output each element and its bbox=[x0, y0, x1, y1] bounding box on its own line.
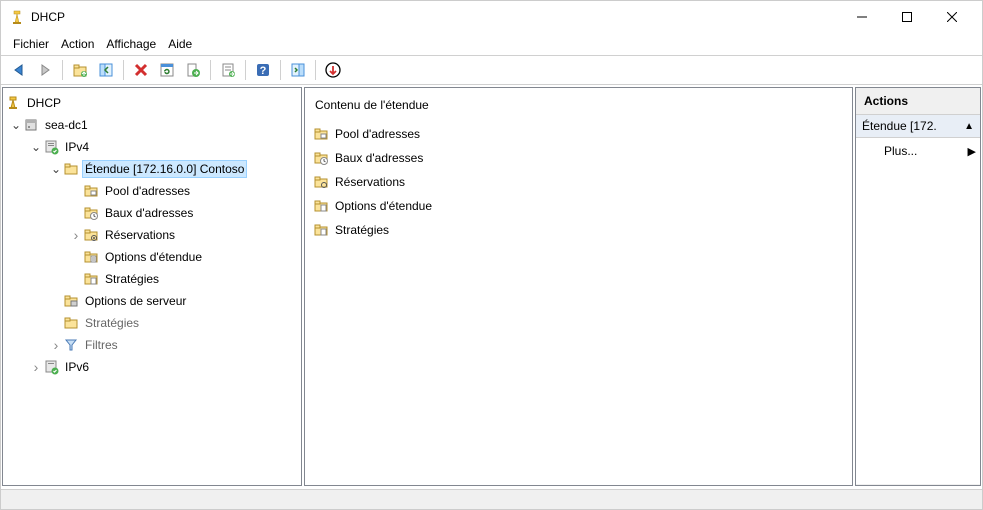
expand-icon[interactable] bbox=[49, 162, 63, 176]
actions-pane: Actions Étendue [172. ▲ Plus... ▶ bbox=[855, 87, 981, 486]
back-button[interactable] bbox=[7, 58, 31, 82]
list-item[interactable]: Baux d'adresses bbox=[307, 146, 850, 170]
expand-icon[interactable] bbox=[29, 140, 43, 154]
forward-button[interactable] bbox=[33, 58, 57, 82]
folder-server-icon bbox=[63, 293, 79, 309]
folder-doc-icon bbox=[83, 271, 99, 287]
actions-more-label: Plus... bbox=[884, 144, 917, 158]
tree-label: Options d'étendue bbox=[102, 248, 205, 266]
tree-reservations[interactable]: Réservations bbox=[5, 224, 299, 246]
tree-ipv6[interactable]: IPv6 bbox=[5, 356, 299, 378]
collapse-icon[interactable]: ▲ bbox=[964, 121, 974, 132]
content-pane: Contenu de l'étendue Pool d'adresses Bau… bbox=[304, 87, 853, 486]
folder-doc-icon bbox=[313, 222, 329, 238]
tree-server[interactable]: sea-dc1 bbox=[5, 114, 299, 136]
status-bar bbox=[1, 489, 982, 509]
expand-icon[interactable] bbox=[9, 118, 23, 132]
tree-label: Stratégies bbox=[102, 270, 162, 288]
folder-gear-icon bbox=[83, 227, 99, 243]
tree-label: IPv6 bbox=[62, 358, 92, 376]
list-label: Baux d'adresses bbox=[335, 151, 423, 165]
tree-policies[interactable]: Stratégies bbox=[5, 268, 299, 290]
properties-button[interactable] bbox=[216, 58, 240, 82]
actions-header: Actions bbox=[856, 88, 980, 115]
title-bar: DHCP bbox=[1, 1, 982, 33]
folder-doc-icon bbox=[63, 315, 79, 331]
list-item[interactable]: Réservations bbox=[307, 170, 850, 194]
help-button[interactable]: ? bbox=[251, 58, 275, 82]
folder-clock-icon bbox=[313, 150, 329, 166]
tree-label: DHCP bbox=[24, 94, 64, 112]
list-item[interactable]: Stratégies bbox=[307, 218, 850, 242]
expand-icon[interactable] bbox=[29, 359, 43, 375]
toolbar: ? bbox=[1, 55, 982, 85]
action-pane-button[interactable] bbox=[286, 58, 310, 82]
show-hide-button[interactable] bbox=[94, 58, 118, 82]
actions-section-label: Étendue [172. bbox=[862, 119, 937, 133]
folder-icon bbox=[63, 161, 79, 177]
app-icon bbox=[9, 9, 25, 25]
folder-icon bbox=[83, 183, 99, 199]
ipv4-icon bbox=[43, 139, 59, 155]
chevron-right-icon: ▶ bbox=[968, 145, 976, 158]
tree-label: Réservations bbox=[102, 226, 178, 244]
folder-icon bbox=[313, 126, 329, 142]
refresh-button[interactable] bbox=[155, 58, 179, 82]
folder-doc-icon bbox=[83, 249, 99, 265]
folder-doc-icon bbox=[313, 198, 329, 214]
menu-action[interactable]: Action bbox=[57, 35, 98, 53]
tree-pool[interactable]: Pool d'adresses bbox=[5, 180, 299, 202]
server-icon bbox=[23, 117, 39, 133]
tree-filters[interactable]: Filtres bbox=[5, 334, 299, 356]
menu-help[interactable]: Aide bbox=[164, 35, 196, 53]
tree-scope-options[interactable]: Options d'étendue bbox=[5, 246, 299, 268]
tree-pane: DHCP sea-dc1 IPv4 Étendue [172.16.0.0] C… bbox=[2, 87, 302, 486]
actions-section[interactable]: Étendue [172. ▲ bbox=[856, 115, 980, 138]
tree-label: IPv4 bbox=[62, 138, 92, 156]
list-label: Pool d'adresses bbox=[335, 127, 420, 141]
expand-icon[interactable] bbox=[69, 227, 83, 243]
tree-scope[interactable]: Étendue [172.16.0.0] Contoso bbox=[5, 158, 299, 180]
filter-icon bbox=[63, 337, 79, 353]
actions-more[interactable]: Plus... ▶ bbox=[856, 138, 980, 164]
folder-clock-icon bbox=[83, 205, 99, 221]
tree-policies-2[interactable]: Stratégies bbox=[5, 312, 299, 334]
menu-view[interactable]: Affichage bbox=[102, 35, 160, 53]
tree-root-dhcp[interactable]: DHCP bbox=[5, 92, 299, 114]
tree-ipv4[interactable]: IPv4 bbox=[5, 136, 299, 158]
tree-label: Étendue [172.16.0.0] Contoso bbox=[82, 160, 247, 178]
ipv6-icon bbox=[43, 359, 59, 375]
delete-button[interactable] bbox=[129, 58, 153, 82]
list-label: Stratégies bbox=[335, 223, 389, 237]
list-item[interactable]: Pool d'adresses bbox=[307, 122, 850, 146]
list-label: Options d'étendue bbox=[335, 199, 432, 213]
list-item[interactable]: Options d'étendue bbox=[307, 194, 850, 218]
tree-label: Stratégies bbox=[82, 314, 142, 332]
tree-leases[interactable]: Baux d'adresses bbox=[5, 202, 299, 224]
tree-label: sea-dc1 bbox=[42, 116, 91, 134]
tree-label: Pool d'adresses bbox=[102, 182, 193, 200]
maximize-button[interactable] bbox=[884, 3, 929, 31]
tree-label: Filtres bbox=[82, 336, 121, 354]
svg-text:?: ? bbox=[260, 65, 267, 77]
new-scope-button[interactable] bbox=[321, 58, 345, 82]
content-header: Contenu de l'étendue bbox=[307, 92, 850, 122]
menu-file[interactable]: Fichier bbox=[9, 35, 53, 53]
menu-bar: Fichier Action Affichage Aide bbox=[1, 33, 982, 55]
up-button[interactable] bbox=[68, 58, 92, 82]
list-label: Réservations bbox=[335, 175, 405, 189]
tree-label: Options de serveur bbox=[82, 292, 189, 310]
main-area: DHCP sea-dc1 IPv4 Étendue [172.16.0.0] C… bbox=[1, 85, 982, 489]
close-button[interactable] bbox=[929, 3, 974, 31]
expand-icon[interactable] bbox=[49, 337, 63, 353]
tree-server-options[interactable]: Options de serveur bbox=[5, 290, 299, 312]
dhcp-icon bbox=[5, 95, 21, 111]
tree-label: Baux d'adresses bbox=[102, 204, 196, 222]
export-button[interactable] bbox=[181, 58, 205, 82]
window-title: DHCP bbox=[31, 10, 65, 24]
folder-gear-icon bbox=[313, 174, 329, 190]
minimize-button[interactable] bbox=[839, 3, 884, 31]
